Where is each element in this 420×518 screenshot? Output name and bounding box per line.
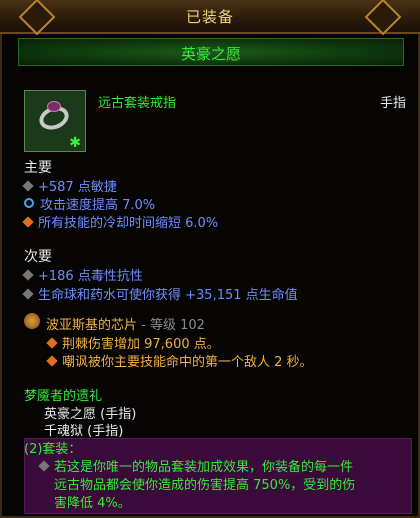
set-name: 梦魇者的遗礼 xyxy=(24,389,103,404)
primary-label: 主要 xyxy=(24,160,52,176)
tooltip-title: 已装备 xyxy=(185,8,234,26)
attack-speed-icon xyxy=(24,198,34,208)
set-item-2: 千魂狱 (手指) xyxy=(44,424,124,439)
gem-effect-1: 荆棘伤害增加 97,600 点。 xyxy=(46,333,220,352)
set-bonus-line-3: 害降低 4%。 xyxy=(54,496,131,511)
secondary-label: 次要 xyxy=(24,249,52,265)
bullet-icon xyxy=(22,180,34,192)
item-icon-box: ✱ xyxy=(24,90,86,152)
item-name-bar: 英豪之愿 xyxy=(18,38,404,66)
bullet-orange-icon xyxy=(22,216,34,228)
gem-effect-2: 嘲讽被你主要技能命中的第一个敌人 2 秒。 xyxy=(46,351,313,370)
primary-stat-2: 攻击速度提高 7.0% xyxy=(24,194,155,213)
primary-stat-1: +587 点敏捷 xyxy=(22,176,117,195)
bullet-orange-icon xyxy=(46,337,58,349)
gem-icon xyxy=(24,313,40,329)
set-star-icon: ✱ xyxy=(69,135,81,151)
set-bonus-line-1: 若这是你唯一的物品套装加成效果，你装备的每一件 xyxy=(38,456,353,475)
bullet-icon xyxy=(38,460,50,472)
bullet-icon xyxy=(22,269,34,281)
title-bar: 已装备 xyxy=(0,0,420,36)
set-bonus-line-2: 远古物品都会使你造成的伤害提高 750%，受到的伤 xyxy=(54,478,356,493)
secondary-stat-2: 生命球和药水可使你获得 +35,151 点生命值 xyxy=(22,284,298,303)
legendary-gem-title: 波亚斯基的芯片 - 等级 102 xyxy=(46,318,205,333)
ring-gem-icon xyxy=(47,101,61,112)
primary-stat-3: 所有技能的冷却时间缩短 6.0% xyxy=(22,212,218,231)
item-name: 英豪之愿 xyxy=(180,45,241,63)
bullet-orange-icon xyxy=(46,355,58,367)
secondary-stat-1: +186 点毒性抗性 xyxy=(22,265,143,284)
item-slot: 手指 xyxy=(379,96,406,111)
set-bonus-label: (2)套装： xyxy=(24,442,82,457)
item-type: 远古套装戒指 xyxy=(98,96,177,111)
bullet-icon xyxy=(22,288,34,300)
